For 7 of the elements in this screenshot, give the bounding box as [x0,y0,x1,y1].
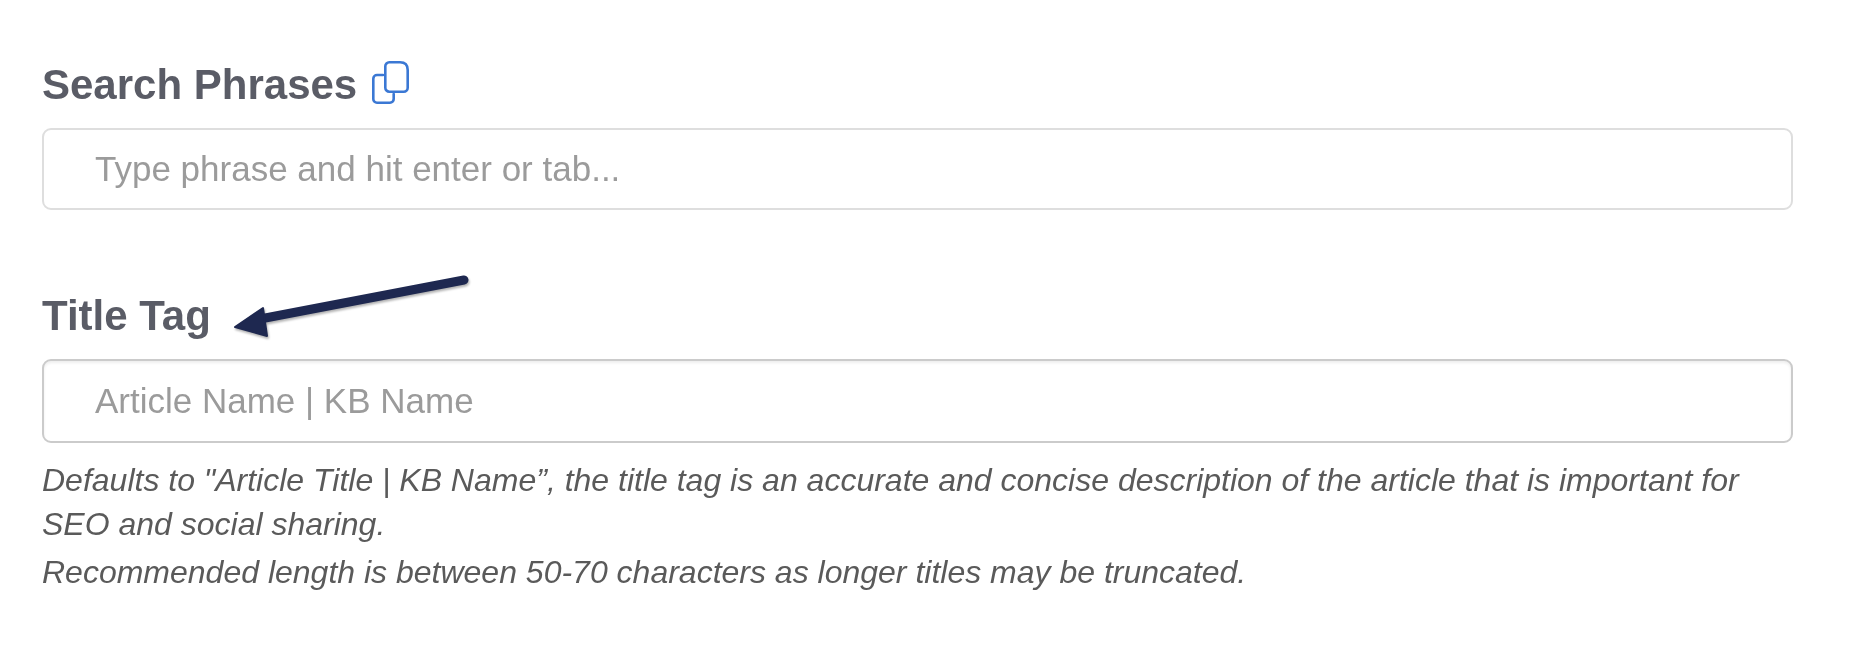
input-field[interactable]: Type phrase and hit enter or tab... [42,128,1793,210]
field-label: Search Phrases [42,60,358,110]
field-label: Title Tag [42,291,211,341]
help-text: Recommended length is between 50-70 characters as longer titles may be truncated. [42,553,1248,592]
input-field[interactable]: Article Name | KB Name [42,359,1793,443]
copy-icon[interactable] [372,61,410,104]
help-text: Defaults to "Article Title | KB Name”, the title tag is an accurate and concise description of the article that is important for SEO and social sharing. [42,461,1741,544]
